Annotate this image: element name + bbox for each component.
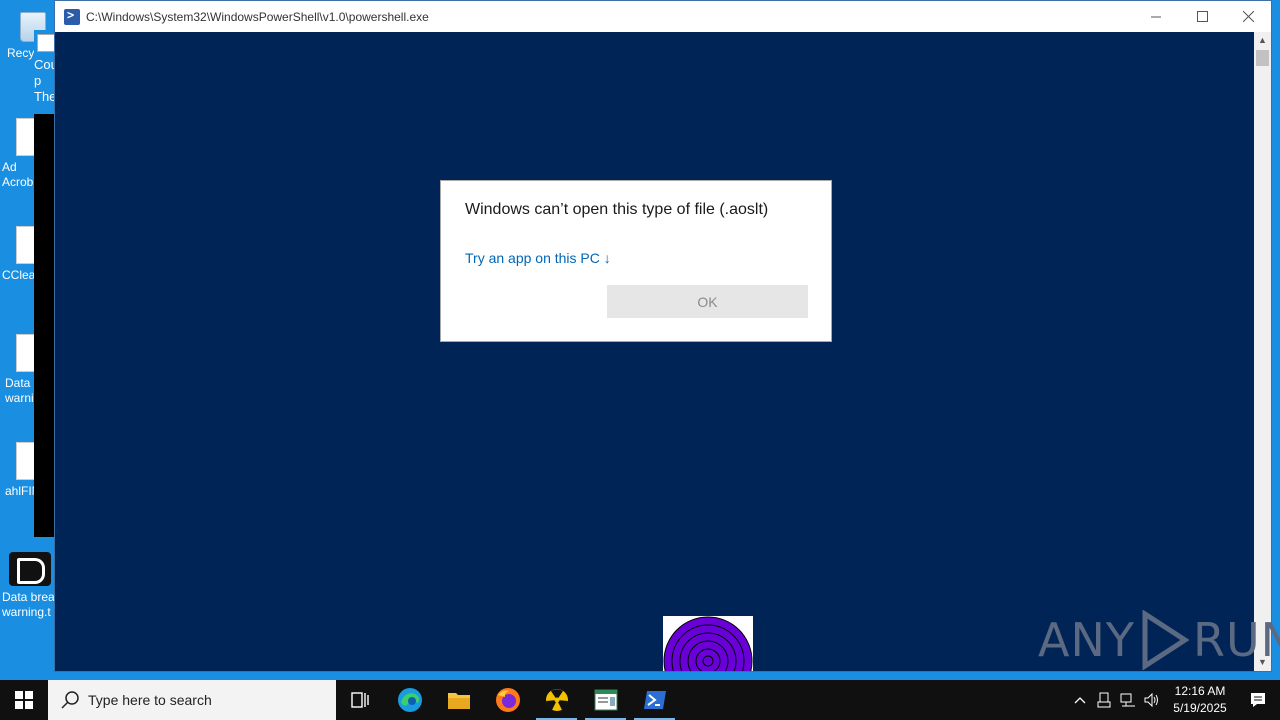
network-button[interactable] [1116,680,1140,720]
taskbar-clock[interactable]: 12:16 AM 5/19/2025 [1164,683,1236,717]
tray-overflow-button[interactable] [1068,680,1092,720]
notepad-icon [594,689,617,711]
task-view-icon [350,692,369,708]
desktop-icon-label: Data brea warning.t [2,590,55,619]
powershell-icon [64,8,80,25]
watermark-text-right: RUN [1192,613,1280,667]
watermark-text-left: ANY [1038,613,1135,667]
ok-button[interactable]: OK [607,285,808,318]
maximize-button[interactable] [1179,1,1225,32]
radiation-app-taskbar-button[interactable] [532,680,581,720]
scroll-thumb[interactable] [1256,50,1269,66]
minimize-button[interactable] [1133,1,1179,32]
open-with-dialog: Windows can’t open this type of file (.a… [440,180,832,342]
radiation-icon [545,689,568,711]
dialog-title: Windows can’t open this type of file (.a… [465,201,769,218]
search-icon [61,691,79,709]
close-icon [1242,11,1254,22]
close-button[interactable] [1225,1,1271,32]
file-explorer-button[interactable] [434,680,483,720]
usb-device-icon [1097,692,1111,708]
scroll-up-icon[interactable]: ▲ [1254,32,1271,49]
tray-device-button[interactable] [1092,680,1116,720]
windows-logo-icon [15,691,33,709]
system-tray: 12:16 AM 5/19/2025 [1068,680,1280,720]
anyrun-watermark: ANY RUN [1038,610,1280,670]
window-controls [1133,1,1271,32]
start-button[interactable] [0,680,48,720]
clock-date: 5/19/2025 [1173,701,1227,715]
window-titlebar[interactable]: C:\Windows\System32\WindowsPowerShell\v1… [55,1,1271,32]
search-placeholder: Type here to search [88,692,212,708]
try-app-link[interactable]: Try an app on this PC ↓ [465,250,611,266]
notification-icon [1251,693,1265,707]
speaker-icon [1144,693,1158,707]
minimize-icon [1150,16,1161,18]
notepad-taskbar-button[interactable] [581,680,630,720]
play-triangle-icon [1142,610,1189,670]
edge-icon [397,688,422,712]
background-window-icon [37,34,55,52]
firefox-taskbar-button[interactable] [483,680,532,720]
folder-icon [447,693,470,709]
edge-taskbar-button[interactable] [385,680,434,720]
vertical-scrollbar[interactable]: ▲ ▼ [1254,32,1271,671]
powershell-icon [643,691,666,709]
network-icon [1120,693,1135,707]
data-breach-shortcut[interactable]: Data brea warning.t [0,552,60,620]
chevron-up-icon [1074,697,1086,704]
maximize-icon [1196,11,1208,22]
firefox-icon [495,688,520,712]
powershell-taskbar-button[interactable] [630,680,679,720]
action-center-button[interactable] [1236,680,1280,720]
volume-button[interactable] [1140,680,1164,720]
spiral-thumbnail-image [663,616,753,671]
taskbar: Type here to search 12:16 AM 5/19/2025 [0,680,1280,720]
task-view-button[interactable] [336,680,385,720]
taskbar-search-box[interactable]: Type here to search [48,680,336,720]
window-title: C:\Windows\System32\WindowsPowerShell\v1… [86,9,429,24]
bb-app-icon [9,552,51,586]
clock-time: 12:16 AM [1174,684,1226,698]
